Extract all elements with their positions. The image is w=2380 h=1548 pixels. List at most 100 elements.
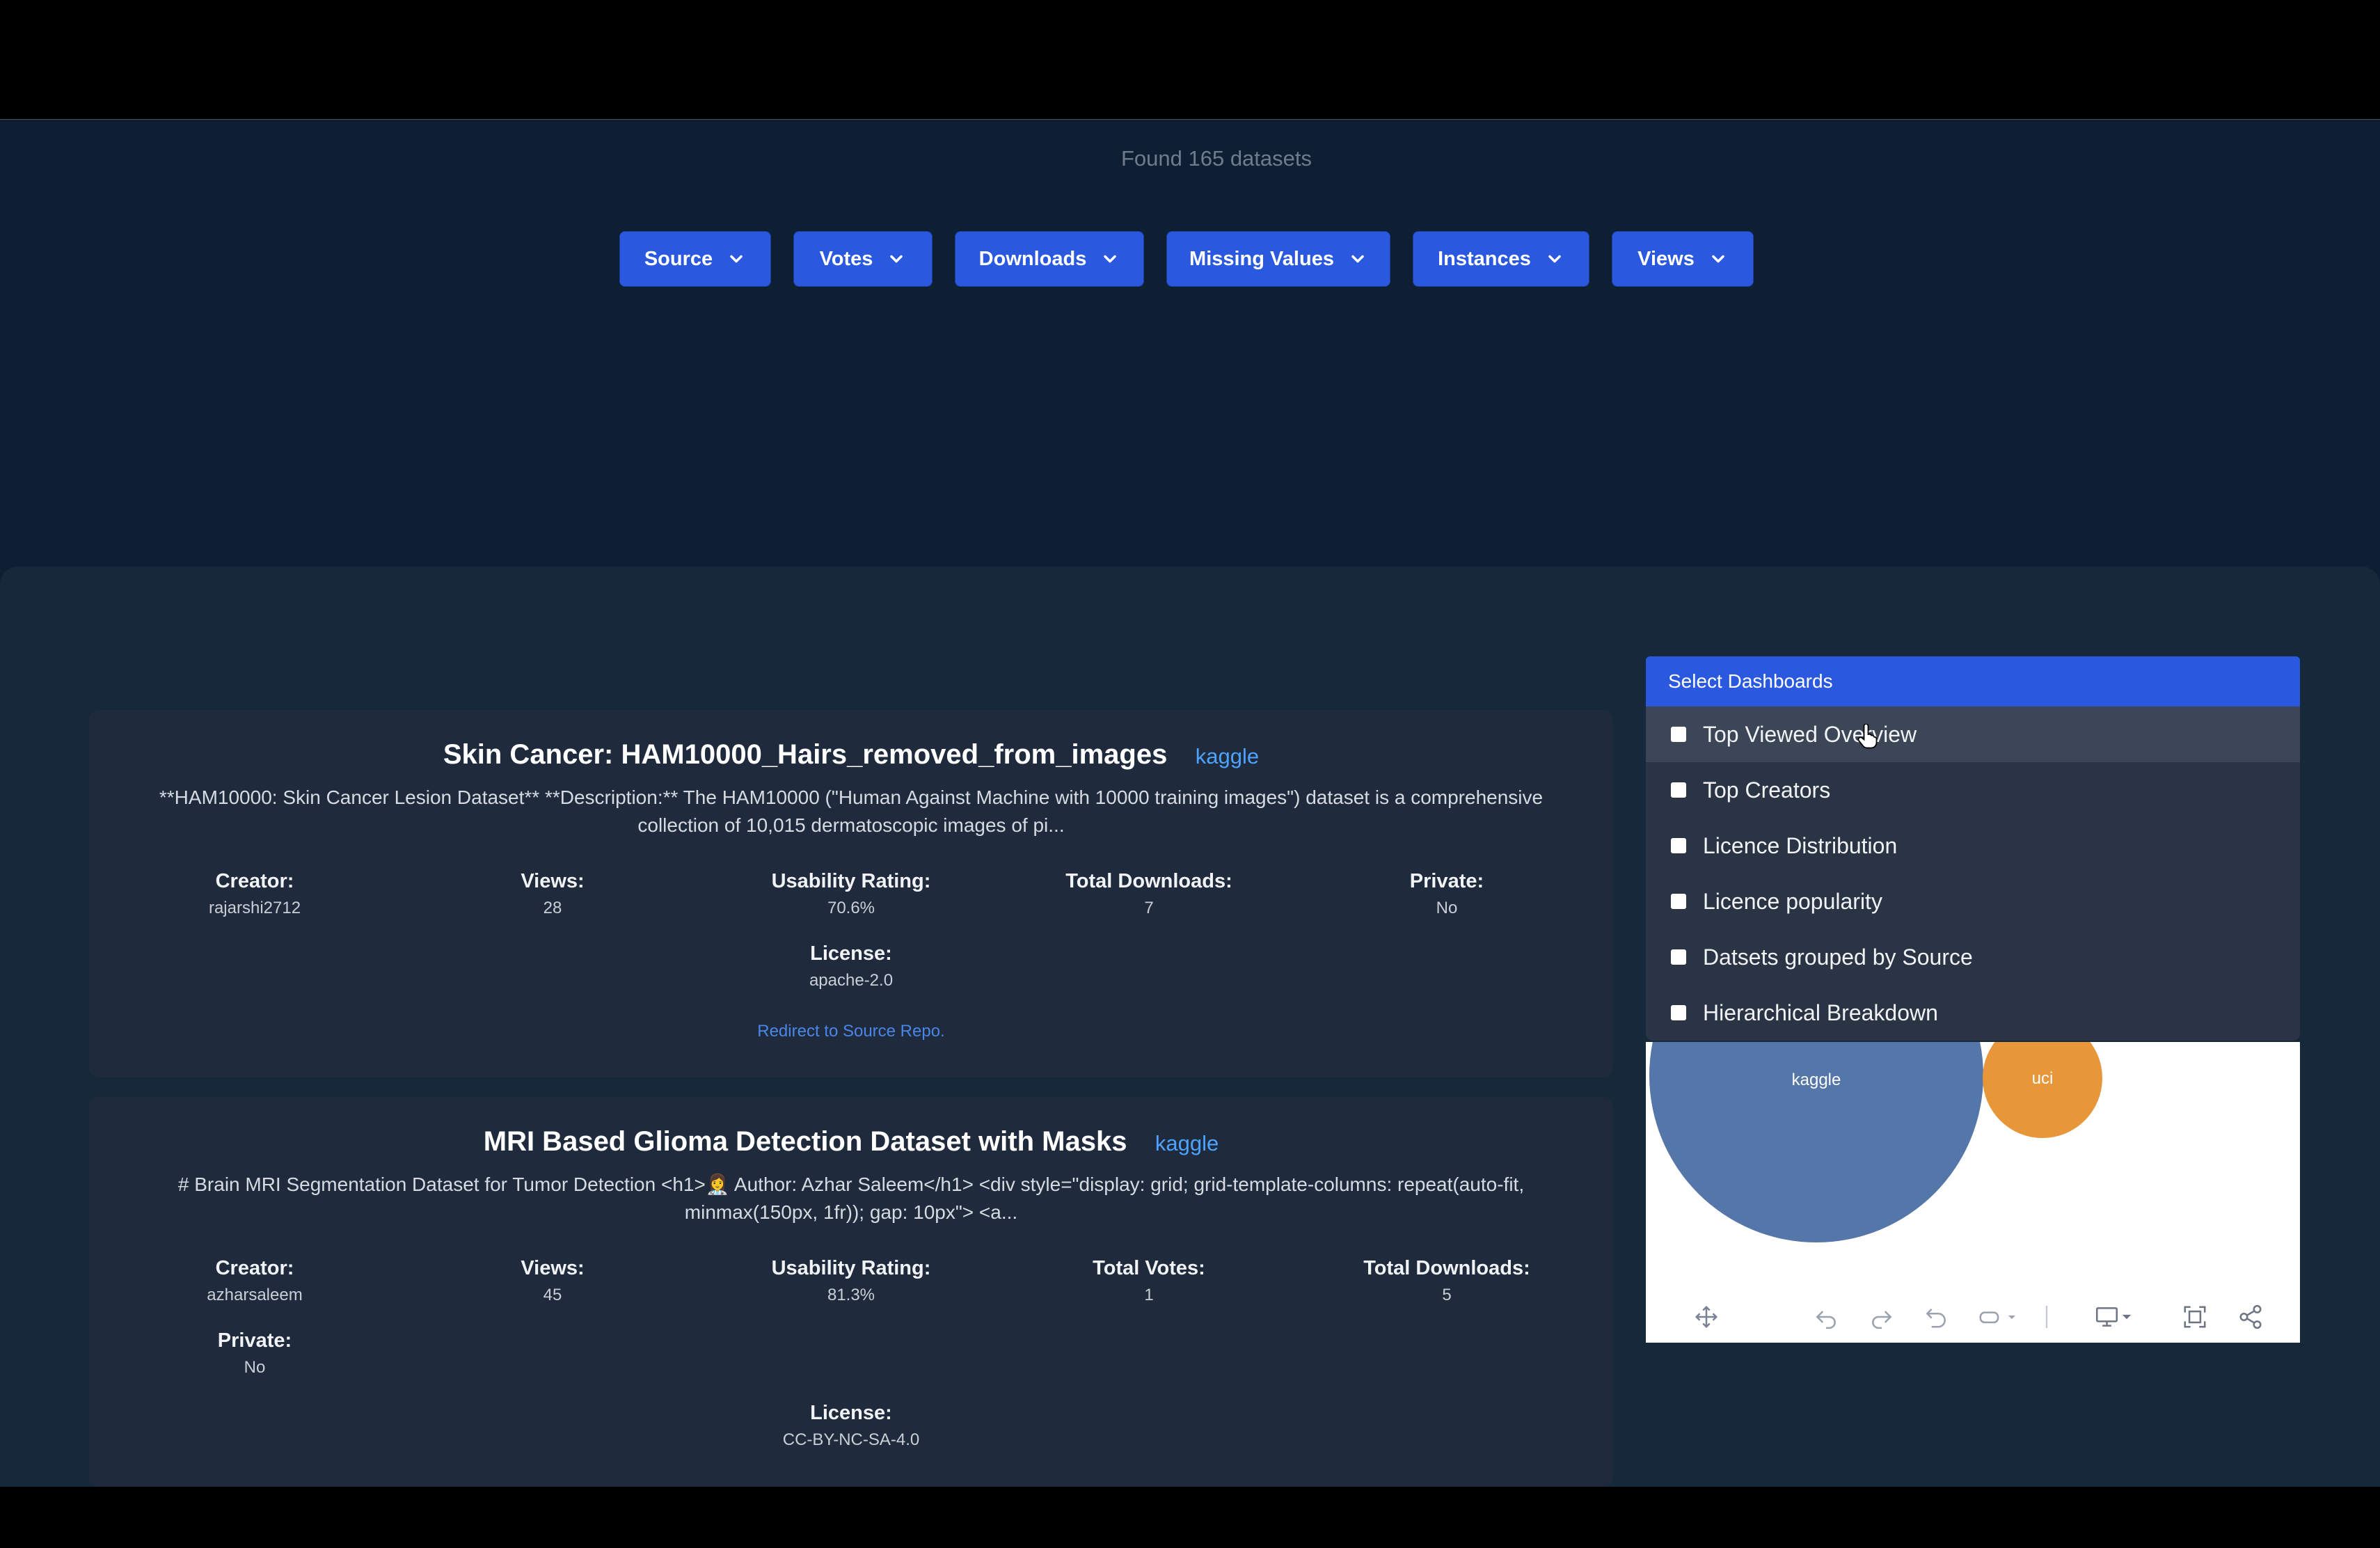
source-badge[interactable]: kaggle	[1196, 744, 1259, 768]
stat-license: License: CC-BY-NC-SA-4.0	[705, 1402, 997, 1450]
stat-value: 81.3%	[827, 1286, 875, 1304]
bottom-bar	[0, 1487, 2380, 1548]
description-line: # Brain MRI Segmentation Dataset for Tum…	[177, 1174, 1525, 1195]
stat-value: No	[1436, 899, 1458, 917]
dashboard-option-licence-distribution[interactable]: Licence Distribution	[1646, 818, 2300, 874]
filter-source-button[interactable]: Source	[619, 231, 771, 287]
dataset-description: **HAM10000: Skin Cancer Lesion Dataset**…	[117, 784, 1585, 839]
share-icon[interactable]	[2237, 1304, 2264, 1330]
stat-views: Views: 45	[406, 1257, 699, 1305]
stat-label: Private:	[217, 1329, 292, 1352]
dashboard-option-label: Licence popularity	[1703, 888, 1882, 914]
stat-label: Total Downloads:	[1065, 870, 1232, 892]
stat-private: Private: No	[109, 1329, 401, 1377]
stat-value: azharsaleem	[207, 1286, 303, 1304]
card-title-row: Skin Cancer: HAM10000_Hairs_removed_from…	[89, 739, 1613, 771]
undo-icon[interactable]	[1813, 1304, 1839, 1330]
stat-value: 7	[1144, 899, 1154, 917]
dashboard-option-label: Licence Distribution	[1703, 832, 1898, 858]
stat-value: 1	[1144, 1286, 1154, 1304]
stat-value: 28	[543, 899, 562, 917]
chevron-down-icon[interactable]	[2004, 1304, 2020, 1330]
stat-views: Views: 28	[406, 870, 699, 918]
stat-value: 5	[1442, 1286, 1452, 1304]
chevron-down-icon	[1351, 255, 1364, 263]
stat-private: Private: No	[1301, 870, 1593, 918]
stat-value: 45	[543, 1286, 562, 1304]
dashboard-option-label: Hierarchical Breakdown	[1703, 1000, 1938, 1025]
rename-icon[interactable]	[1977, 1304, 2004, 1330]
filter-downloads-button[interactable]: Downloads	[955, 231, 1144, 287]
download-icon[interactable]	[2093, 1304, 2134, 1330]
fullscreen-icon[interactable]	[2182, 1304, 2208, 1330]
stat-votes: Total Votes: 1	[1003, 1257, 1295, 1305]
filter-label: Instances	[1438, 247, 1531, 270]
filter-bar: Source Votes Downloads Missing Values In…	[619, 231, 1754, 287]
stat-creator: Creator: rajarshi2712	[109, 870, 401, 918]
description-line: collection of 10,015 dermatoscopic image…	[637, 814, 1065, 836]
chevron-down-icon	[1104, 255, 1117, 263]
card-title-row: MRI Based Glioma Detection Dataset with …	[89, 1126, 1613, 1158]
dataset-title[interactable]: MRI Based Glioma Detection Dataset with …	[484, 1126, 1127, 1157]
redirect-link[interactable]: Redirect to Source Repo.	[89, 1022, 1613, 1041]
filter-views-button[interactable]: Views	[1612, 231, 1754, 287]
checkbox[interactable]	[1671, 949, 1686, 965]
stat-label: Total Votes:	[1093, 1257, 1205, 1279]
stat-label: Views:	[521, 1257, 585, 1279]
filter-label: Source	[644, 247, 713, 270]
filter-label: Views	[1637, 247, 1695, 270]
bubble-label-kaggle: kaggle	[1792, 1071, 1841, 1089]
checkbox[interactable]	[1671, 894, 1686, 909]
dashboard-option-licence-popularity[interactable]: Licence popularity	[1646, 874, 2300, 929]
reset-icon[interactable]	[1923, 1304, 1949, 1330]
hand-cursor-icon	[1857, 724, 1878, 749]
dashboard-option-top-viewed[interactable]: Top Viewed Overview	[1646, 706, 2300, 762]
dashboard-selector: Select Dashboards Top Viewed Overview To…	[1646, 656, 2300, 1041]
checkbox[interactable]	[1671, 1005, 1686, 1020]
dashboard-option-top-creators[interactable]: Top Creators	[1646, 762, 2300, 818]
bubble-label-uci: uci	[2032, 1069, 2054, 1088]
chevron-down-icon	[730, 255, 743, 263]
move-icon[interactable]	[1693, 1304, 1720, 1330]
stat-value: CC-BY-NC-SA-4.0	[782, 1430, 920, 1449]
dashboard-option-hierarchical-breakdown[interactable]: Hierarchical Breakdown	[1646, 985, 2300, 1041]
dashboard-option-grouped-by-source[interactable]: Datsets grouped by Source	[1646, 929, 2300, 985]
dashboard-options: Top Viewed Overview Top Creators Licence…	[1646, 706, 2300, 1041]
dataset-card: Skin Cancer: HAM10000_Hairs_removed_from…	[89, 710, 1613, 1077]
redo-icon[interactable]	[1869, 1304, 1895, 1330]
stat-downloads: Total Downloads: 5	[1301, 1257, 1593, 1305]
dashboard-option-label: Top Creators	[1703, 777, 1831, 803]
filter-instances-button[interactable]: Instances	[1413, 231, 1589, 287]
stat-value: No	[244, 1358, 266, 1377]
filter-missing-values-button[interactable]: Missing Values	[1166, 231, 1390, 287]
stat-label: License:	[810, 942, 892, 965]
filter-label: Votes	[819, 247, 873, 270]
results-count: Found 165 datasets	[1120, 146, 1312, 171]
stat-label: Usability Rating:	[771, 1257, 931, 1279]
stat-label: Views:	[521, 870, 585, 892]
checkbox[interactable]	[1671, 727, 1686, 742]
stat-value: apache-2.0	[809, 971, 894, 990]
dashboard-selector-header[interactable]: Select Dashboards	[1646, 656, 2300, 706]
chevron-down-icon	[1548, 255, 1561, 263]
bubble-uci[interactable]	[1983, 1042, 2102, 1138]
description-line: minmax(150px, 1fr)); gap: 10px"> <a...	[684, 1201, 1018, 1223]
stat-license: License: apache-2.0	[705, 942, 997, 990]
stat-creator: Creator: azharsaleem	[109, 1257, 401, 1305]
stat-usability: Usability Rating: 81.3%	[705, 1257, 997, 1305]
checkbox[interactable]	[1671, 838, 1686, 853]
checkbox[interactable]	[1671, 782, 1686, 798]
stat-label: Creator:	[215, 870, 294, 892]
chevron-down-icon	[1712, 255, 1724, 263]
bubble-chart: kaggle uci	[1646, 1042, 2300, 1343]
description-line: **HAM10000: Skin Cancer Lesion Dataset**…	[159, 787, 1544, 808]
chart-toolbar	[1646, 1290, 2300, 1343]
dataset-title[interactable]: Skin Cancer: HAM10000_Hairs_removed_from…	[443, 739, 1168, 770]
source-badge[interactable]: kaggle	[1155, 1131, 1219, 1155]
filter-label: Missing Values	[1189, 247, 1334, 270]
stat-label: Creator:	[215, 1257, 294, 1279]
stat-downloads: Total Downloads: 7	[1003, 870, 1295, 918]
dashboard-option-label: Datsets grouped by Source	[1703, 944, 1973, 970]
stat-value: 70.6%	[827, 899, 875, 917]
filter-votes-button[interactable]: Votes	[793, 231, 933, 287]
